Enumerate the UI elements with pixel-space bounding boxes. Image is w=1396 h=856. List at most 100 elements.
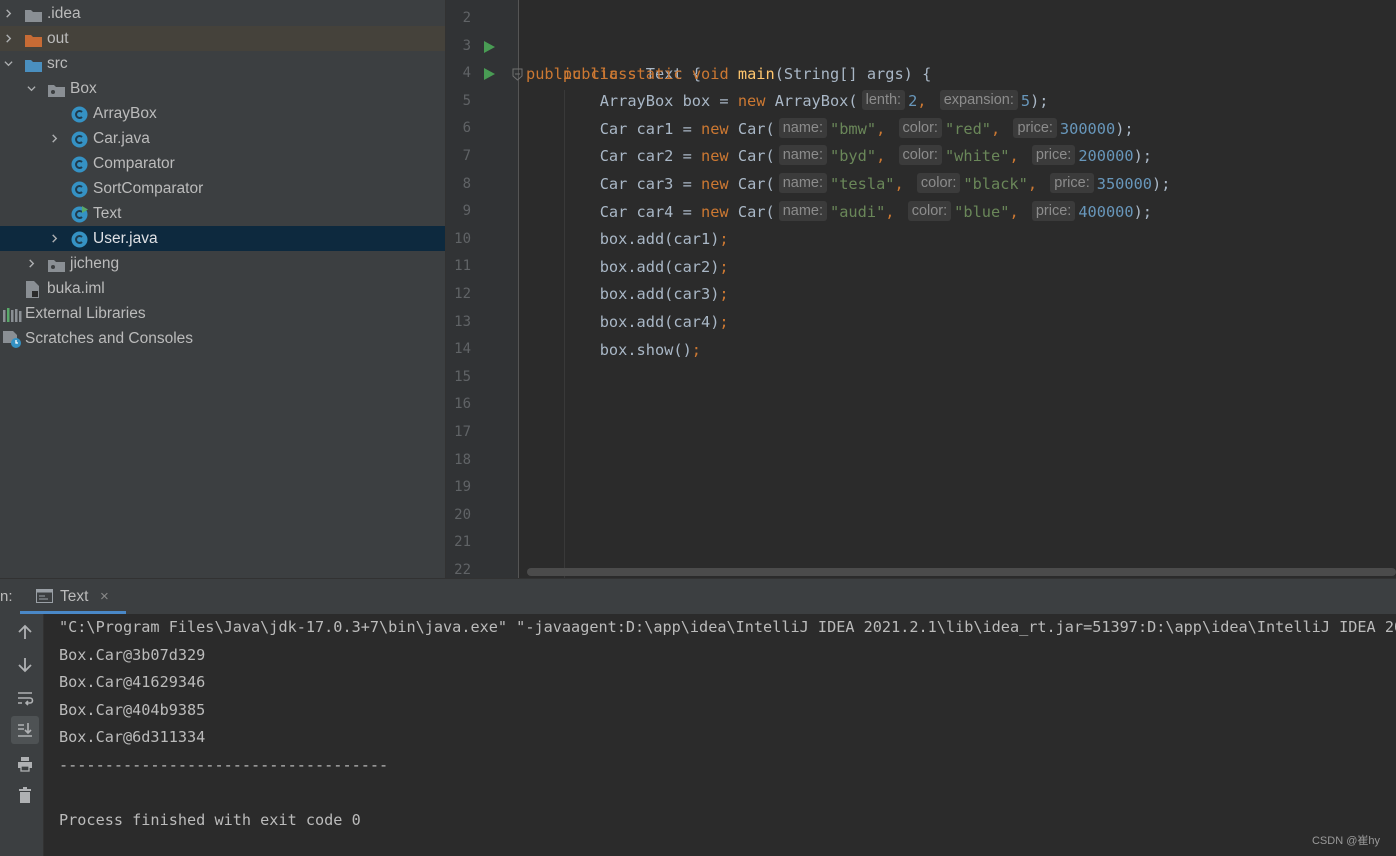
- tree-item-external-libraries[interactable]: External Libraries: [0, 301, 445, 326]
- declaration: Car car2 =: [599, 147, 701, 166]
- string-literal: "white": [944, 147, 1010, 166]
- chevron-right-icon[interactable]: [50, 134, 59, 143]
- tree-item-src[interactable]: src: [0, 51, 445, 76]
- statement-end: );: [1133, 202, 1153, 221]
- code-line-11: box.add(car2);: [526, 254, 729, 282]
- param-hint: name:: [778, 117, 828, 138]
- tree-item-car-java[interactable]: Car.java: [0, 126, 445, 151]
- line-number: 15: [454, 368, 471, 385]
- semicolon: ;: [691, 340, 702, 359]
- string-literal: "bmw": [830, 119, 877, 138]
- number-literal: 200000: [1078, 147, 1134, 166]
- run-toolbar: [0, 614, 44, 856]
- scroll-down-button[interactable]: [11, 651, 39, 679]
- package-icon: [48, 81, 65, 97]
- code-line-14: box.show();: [526, 337, 701, 365]
- tree-item-out[interactable]: out: [0, 26, 445, 51]
- keyword: new: [701, 202, 729, 221]
- param-hint: name:: [778, 173, 828, 193]
- library-icon: [3, 306, 22, 322]
- tree-item-user-java[interactable]: User.java: [0, 226, 445, 251]
- tree-item-text[interactable]: Text: [0, 201, 445, 226]
- number-literal: 2: [908, 92, 918, 111]
- statement-end: );: [1152, 175, 1171, 193]
- class-icon: [71, 181, 88, 198]
- line-number: 16: [454, 396, 471, 413]
- keyword: new: [701, 175, 729, 193]
- run-main-icon[interactable]: [483, 67, 496, 81]
- console-line: Box.Car@404b9385: [59, 700, 206, 719]
- code-line-3: public class Text {: [526, 33, 701, 83]
- run-class-icon[interactable]: [483, 40, 496, 54]
- tree-item-box[interactable]: Box: [0, 76, 445, 101]
- run-tab-text[interactable]: Text ×: [20, 579, 126, 614]
- tree-item-arraybox[interactable]: ArrayBox: [0, 101, 445, 126]
- tree-item-jicheng[interactable]: jicheng: [0, 251, 445, 276]
- tree-item-comparator[interactable]: Comparator: [0, 151, 445, 176]
- code-line-9: Car car4 = new Car(name: "audi", color: "b…: [599, 200, 1153, 221]
- console-line: ------------------------------------: [59, 755, 389, 774]
- chevron-right-icon[interactable]: [50, 234, 59, 243]
- tree-item-label: User.java: [93, 230, 158, 247]
- line-number: 10: [454, 230, 471, 247]
- scratches-icon: [3, 331, 21, 348]
- code-line-5: ArrayBox box = new ArrayBox(lenth: 2, exp…: [599, 90, 1049, 111]
- string-literal: "byd": [830, 147, 877, 166]
- declaration: ArrayBox box =: [599, 92, 738, 111]
- chevron-down-icon[interactable]: [4, 59, 13, 68]
- line-number: 12: [454, 286, 471, 302]
- class-icon: [71, 231, 88, 248]
- keyword: new: [737, 92, 766, 111]
- clear-all-button[interactable]: [11, 781, 39, 809]
- line-number: 3: [462, 37, 471, 54]
- fold-icon[interactable]: [512, 68, 523, 81]
- tree-item-sortcomparator[interactable]: SortComparator: [0, 176, 445, 201]
- folder-icon: [25, 6, 42, 22]
- class-icon: [71, 131, 88, 148]
- param-hint: color:: [898, 145, 942, 166]
- print-button[interactable]: [11, 750, 39, 778]
- chevron-right-icon[interactable]: [4, 9, 13, 18]
- method-call: box.add(car1): [599, 230, 720, 249]
- tree-item-scratches-and-consoles[interactable]: Scratches and Consoles: [0, 326, 445, 351]
- line-number: 6: [462, 120, 471, 137]
- number-literal: 350000: [1096, 175, 1152, 193]
- arrow-down-icon: [18, 658, 32, 673]
- method-call: box.add(car3): [599, 285, 720, 304]
- constructor: Car(: [737, 119, 775, 138]
- line-number: 14: [454, 341, 471, 358]
- number-literal: 300000: [1059, 119, 1116, 138]
- keyword: public: [562, 64, 619, 83]
- chevron-right-icon[interactable]: [27, 259, 36, 268]
- tree-item-label: .idea: [47, 5, 81, 22]
- close-icon[interactable]: ×: [100, 588, 109, 605]
- string-literal: "black": [963, 175, 1028, 193]
- scroll-up-button[interactable]: [11, 618, 39, 646]
- chevron-right-icon[interactable]: [4, 34, 13, 43]
- tree-item-label: src: [47, 55, 68, 72]
- soft-wrap-button[interactable]: [11, 684, 39, 712]
- tree-item-label: Comparator: [93, 155, 175, 172]
- keyword: void: [691, 64, 729, 83]
- param-hint: name:: [778, 145, 828, 166]
- param-hint: price:: [1031, 200, 1076, 221]
- scroll-to-end-button[interactable]: [11, 716, 39, 744]
- runnable-class-icon: [71, 206, 88, 223]
- tree-item-buka-iml[interactable]: buka.iml: [0, 276, 445, 301]
- constructor: Car(: [737, 147, 775, 166]
- soft-wrap-icon: [18, 692, 34, 706]
- chevron-down-icon[interactable]: [27, 84, 36, 93]
- console-line: Box.Car@3b07d329: [59, 645, 206, 664]
- line-number: 4: [462, 65, 471, 82]
- trash-icon: [19, 787, 31, 803]
- class-icon: [71, 106, 88, 123]
- class-icon: [71, 156, 88, 173]
- tree-item-label: ArrayBox: [93, 105, 157, 122]
- console-line: Box.Car@41629346: [59, 673, 206, 691]
- tree-item--idea[interactable]: .idea: [0, 1, 445, 26]
- param-hint: expansion:: [939, 90, 1018, 111]
- line-number: 13: [454, 313, 471, 330]
- horizontal-scrollbar[interactable]: [527, 568, 1396, 576]
- param-hint: color:: [916, 173, 961, 193]
- semicolon: ;: [719, 230, 729, 249]
